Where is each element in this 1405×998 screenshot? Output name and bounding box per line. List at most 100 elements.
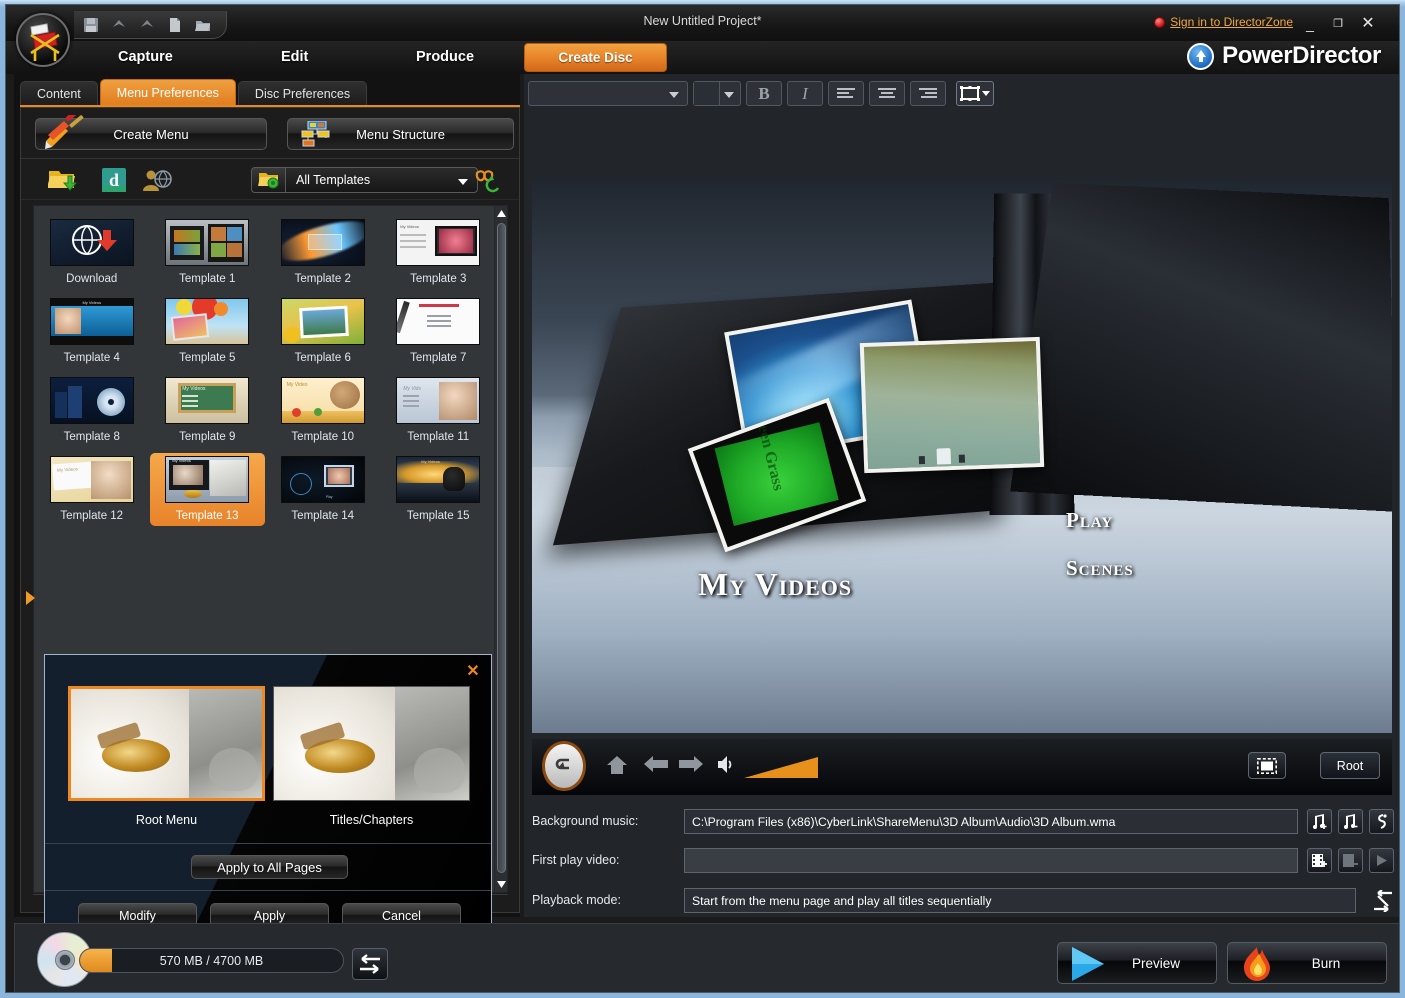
template-cell-12[interactable]: My Videos Template 12 xyxy=(34,453,150,526)
navigation-bar: Capture Edit Produce Create Disc PowerDi… xyxy=(6,11,1399,74)
redo-icon[interactable] xyxy=(138,16,156,34)
template-cell-14[interactable]: Play Template 14 xyxy=(265,453,381,526)
template-thumbnail: My Videos xyxy=(396,219,481,266)
reset-templates-icon[interactable] xyxy=(475,169,503,198)
save-icon[interactable] xyxy=(82,16,100,34)
nav-capture[interactable]: Capture xyxy=(118,49,173,65)
template-cell-9[interactable]: My Videos Template 9 xyxy=(150,374,266,447)
template-grid-scrollbar[interactable] xyxy=(494,206,507,892)
remove-music-button[interactable] xyxy=(1338,809,1363,834)
template-cell-1[interactable]: Template 1 xyxy=(150,216,266,289)
tab-content[interactable]: Content xyxy=(20,81,98,106)
nav-produce[interactable]: Produce xyxy=(416,49,474,65)
text-properties-button[interactable] xyxy=(956,81,994,106)
add-first-play-video-button[interactable] xyxy=(1307,848,1332,873)
template-folder-settings-icon[interactable] xyxy=(251,167,285,193)
font-color-picker[interactable] xyxy=(693,81,741,106)
scroll-up-icon[interactable] xyxy=(495,207,507,220)
template-cell-3[interactable]: My Videos Template 3 xyxy=(381,216,497,289)
sign-in-directorzone[interactable]: Sign in to DirectorZone xyxy=(1154,15,1293,29)
app-logo-icon[interactable] xyxy=(16,13,70,67)
titles-chapters-thumbnail[interactable] xyxy=(273,686,470,801)
volume-icon[interactable] xyxy=(716,755,736,779)
apply-to-all-pages-button[interactable]: Apply to All Pages xyxy=(191,855,348,879)
swap-disc-capacity-button[interactable] xyxy=(352,948,388,980)
new-project-icon[interactable] xyxy=(166,16,184,34)
template-label: Template 15 xyxy=(406,510,470,522)
template-cell-13[interactable]: My Videos Template 13 xyxy=(149,453,265,526)
template-cell-8[interactable]: Template 8 xyxy=(34,374,150,447)
burn-button[interactable]: Burn xyxy=(1227,942,1387,984)
dialog-titles-chapters-option[interactable]: Titles/Chapters xyxy=(273,686,470,827)
root-button[interactable]: Root xyxy=(1320,752,1380,779)
template-label: Template 12 xyxy=(60,510,124,522)
playback-mode-settings-button[interactable] xyxy=(1369,888,1397,913)
flame-icon xyxy=(1236,945,1278,986)
scroll-down-icon[interactable] xyxy=(495,878,507,891)
volume-slider[interactable] xyxy=(744,757,820,779)
scrollbar-thumb[interactable] xyxy=(497,223,506,873)
maximize-button[interactable]: ❐ xyxy=(1327,16,1349,34)
close-button[interactable]: ✕ xyxy=(1357,16,1379,34)
root-menu-thumbnail[interactable] xyxy=(68,686,265,801)
play-first-play-video-button[interactable] xyxy=(1369,848,1394,873)
background-music-input[interactable]: C:\Program Files (x86)\CyberLink\ShareMe… xyxy=(684,809,1298,834)
template-filter-select[interactable]: All Templates xyxy=(285,167,478,193)
template-cell-5[interactable]: Template 5 xyxy=(150,295,266,368)
panel-collapse-arrow-icon[interactable] xyxy=(26,591,35,605)
next-icon[interactable] xyxy=(679,755,703,778)
first-play-video-input[interactable] xyxy=(684,848,1298,873)
back-button[interactable] xyxy=(542,741,586,791)
playback-mode-label: Playback mode: xyxy=(532,893,621,907)
menu-preview-stage[interactable]: Green Grass My Videos Play Scenes xyxy=(532,178,1392,733)
nav-create-disc[interactable]: Create Disc xyxy=(524,43,667,72)
tab-menu-preferences[interactable]: Menu Preferences xyxy=(99,79,236,106)
add-music-button[interactable] xyxy=(1307,809,1332,834)
paintbrush-icon xyxy=(42,107,88,158)
sign-in-link[interactable]: Sign in to DirectorZone xyxy=(1170,15,1293,29)
open-project-icon[interactable] xyxy=(194,16,212,34)
home-icon[interactable] xyxy=(606,755,628,780)
template-cell-download[interactable]: Download xyxy=(34,216,150,289)
menu-scenes-button-text[interactable]: Scenes xyxy=(1066,556,1134,581)
dialog-divider xyxy=(45,843,491,844)
my-room-icon[interactable] xyxy=(142,167,172,198)
align-right-button[interactable] xyxy=(910,81,946,106)
dialog-root-menu-option[interactable]: Root Menu xyxy=(68,686,265,827)
music-settings-button[interactable] xyxy=(1369,809,1394,834)
undo-icon[interactable] xyxy=(110,16,128,34)
template-cell-6[interactable]: Template 6 xyxy=(265,295,381,368)
remove-first-play-video-button[interactable] xyxy=(1338,848,1363,873)
dialog-close-icon[interactable]: ✕ xyxy=(465,663,481,680)
template-cell-15[interactable]: My Videos Template 15 xyxy=(381,453,497,526)
template-thumbnail xyxy=(280,219,365,266)
background-music-label: Background music: xyxy=(532,814,639,828)
minimize-button[interactable]: _ xyxy=(1299,16,1321,34)
bold-button[interactable]: B xyxy=(746,81,782,106)
template-cell-2[interactable]: Template 2 xyxy=(265,216,381,289)
template-thumbnail: My Videos xyxy=(49,456,134,503)
italic-button[interactable]: I xyxy=(787,81,823,106)
menu-structure-button[interactable]: Menu Structure xyxy=(287,118,514,150)
template-filter-group: All Templates xyxy=(251,167,478,193)
directorzone-icon[interactable]: d xyxy=(101,167,127,198)
create-menu-button[interactable]: Create Menu xyxy=(35,107,267,150)
align-left-button[interactable] xyxy=(828,81,864,106)
template-cell-10[interactable]: My Video Template 10 xyxy=(265,374,381,447)
template-cell-11[interactable]: My Vids Template 11 xyxy=(381,374,497,447)
menu-play-button-text[interactable]: Play xyxy=(1066,508,1113,533)
align-center-button[interactable] xyxy=(869,81,905,106)
previous-icon[interactable] xyxy=(644,755,668,778)
preview-button[interactable]: Preview xyxy=(1057,942,1217,984)
tv-safe-zone-button[interactable] xyxy=(1248,752,1286,779)
svg-text:d: d xyxy=(109,170,119,190)
import-folder-icon[interactable] xyxy=(47,167,78,198)
menu-title-text[interactable]: My Videos xyxy=(698,566,852,603)
template-cell-4[interactable]: My Videos Template 4 xyxy=(34,295,150,368)
playback-mode-input[interactable]: Start from the menu page and play all ti… xyxy=(684,888,1356,913)
tab-disc-preferences[interactable]: Disc Preferences xyxy=(237,81,368,106)
nav-edit[interactable]: Edit xyxy=(281,49,308,65)
chevron-down-icon xyxy=(669,92,679,98)
template-cell-7[interactable]: Template 7 xyxy=(381,295,497,368)
font-family-select[interactable] xyxy=(528,81,688,106)
